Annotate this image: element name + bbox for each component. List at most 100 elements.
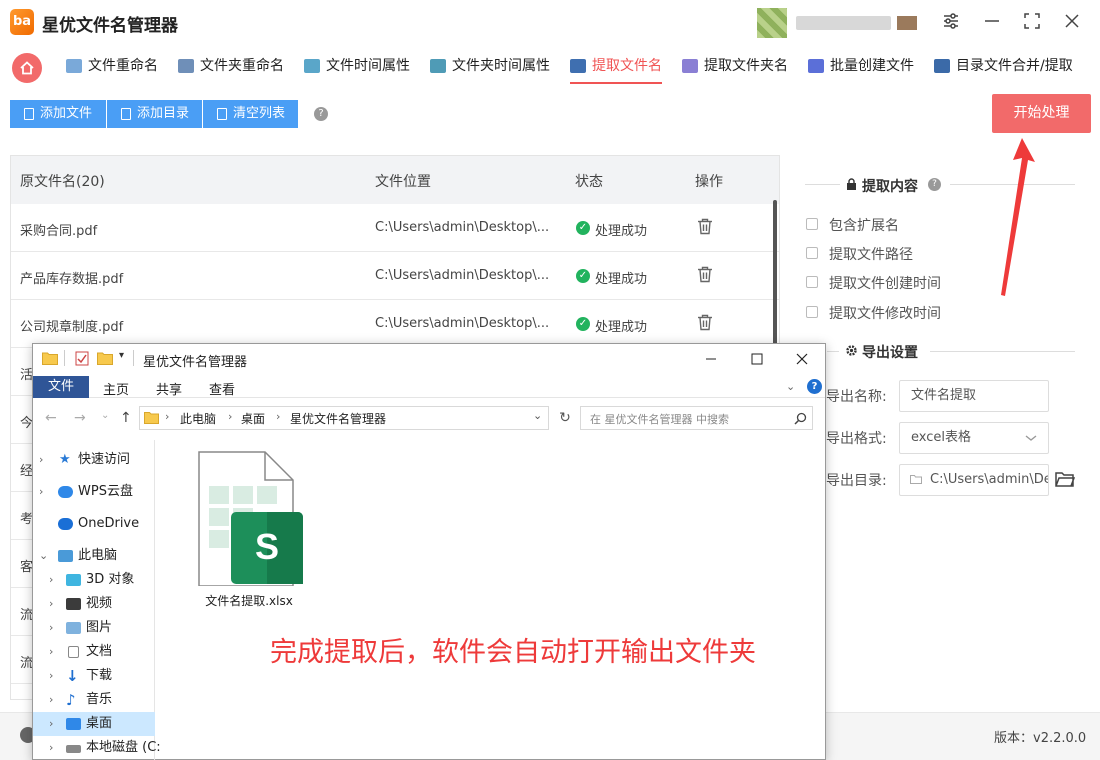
file-item-xlsx[interactable]: S 文件名提取.xlsx <box>193 448 305 608</box>
extract-created-time-checkbox[interactable] <box>806 276 818 288</box>
settings-sliders-icon[interactable] <box>940 12 962 34</box>
expand-arrow-icon[interactable]: › <box>49 664 53 688</box>
chevron-down-icon <box>1025 435 1037 441</box>
home-icon <box>20 61 34 75</box>
option-label: 提取文件修改时间 <box>829 306 941 322</box>
tab-directory-merge[interactable]: 目录文件合并/提取 <box>934 54 1073 84</box>
close-icon[interactable] <box>1061 12 1083 34</box>
breadcrumb-this-pc[interactable]: 此电脑 <box>180 410 216 427</box>
delete-trash-icon[interactable] <box>697 314 713 331</box>
expand-arrow-icon[interactable]: › <box>39 480 43 504</box>
file-name: 采购合同.pdf <box>20 224 98 239</box>
tree-item-video[interactable]: › 视频 <box>33 592 155 616</box>
table-row[interactable]: 公司规章制度.pdf C:\Users\admin\Desktop\... ✓ … <box>11 300 779 348</box>
divider <box>133 350 134 366</box>
file-time-icon <box>304 59 320 73</box>
search-icon[interactable] <box>794 412 807 425</box>
music-icon: ♪ <box>66 691 76 709</box>
expand-arrow-icon[interactable]: › <box>49 688 53 712</box>
new-folder-icon[interactable] <box>97 351 113 365</box>
file-rename-icon <box>66 59 82 73</box>
tree-item-this-pc[interactable]: ⌄ 此电脑 <box>33 544 155 568</box>
tab-folder-rename[interactable]: 文件夹重命名 <box>178 54 284 84</box>
expand-arrow-icon[interactable]: › <box>49 568 53 592</box>
table-row[interactable]: 产品库存数据.pdf C:\Users\admin\Desktop\... ✓ … <box>11 252 779 300</box>
extract-modified-time-checkbox[interactable] <box>806 306 818 318</box>
tree-item-quick-access[interactable]: › ★ 快速访问 <box>33 448 155 472</box>
help-icon[interactable]: ? <box>314 107 328 121</box>
recent-locations-icon[interactable]: ⌄ <box>101 410 109 421</box>
home-button[interactable] <box>12 53 42 83</box>
tab-extract-filename[interactable]: 提取文件名 <box>570 54 662 84</box>
maximize-icon[interactable] <box>750 352 764 366</box>
breadcrumb-folder[interactable]: 星优文件名管理器 <box>290 410 386 427</box>
expand-arrow-icon[interactable]: › <box>49 640 53 664</box>
add-file-label: 添加文件 <box>40 106 93 121</box>
browse-folder-icon[interactable] <box>1055 471 1075 488</box>
expand-arrow-icon[interactable]: › <box>49 712 53 736</box>
pictures-icon <box>66 622 81 634</box>
ribbon-tab-file[interactable]: 文件 <box>33 376 89 398</box>
tree-item-local-disk[interactable]: › 本地磁盘 (C: <box>33 736 161 760</box>
tree-item-wps-cloud[interactable]: › WPS云盘 <box>33 480 155 504</box>
file-name-label: 文件名提取.xlsx <box>205 594 293 608</box>
column-header-location[interactable]: 文件位置 <box>375 171 431 191</box>
tab-file-rename[interactable]: 文件重命名 <box>66 54 158 84</box>
tab-batch-create[interactable]: 批量创建文件 <box>808 54 914 84</box>
ribbon-expand-icon[interactable]: ⌄ <box>786 380 795 393</box>
expand-arrow-icon[interactable]: › <box>49 616 53 640</box>
column-header-filename[interactable]: 原文件名(20) <box>20 171 105 191</box>
expand-arrow-icon[interactable]: › <box>49 736 53 760</box>
tab-label: 文件夹重命名 <box>200 58 284 74</box>
tree-item-documents[interactable]: › 文档 <box>33 640 155 664</box>
minimize-icon[interactable] <box>981 12 1003 34</box>
tab-extract-foldername[interactable]: 提取文件夹名 <box>682 54 788 84</box>
add-file-button[interactable]: 添加文件 <box>10 100 106 128</box>
address-bar[interactable]: › 此电脑 › 桌面 › 星优文件名管理器 ⌄ <box>139 406 549 430</box>
delete-trash-icon[interactable] <box>697 266 713 283</box>
extract-path-checkbox[interactable] <box>806 247 818 259</box>
collapse-arrow-icon[interactable]: ⌄ <box>39 544 48 568</box>
ribbon-tab-home[interactable]: 主页 <box>103 379 129 398</box>
delete-trash-icon[interactable] <box>697 218 713 235</box>
tree-item-music[interactable]: › ♪ 音乐 <box>33 688 155 712</box>
tree-item-3d-objects[interactable]: › 3D 对象 <box>33 568 155 592</box>
expand-arrow-icon[interactable]: › <box>49 592 53 616</box>
folder-icon <box>42 352 58 365</box>
tree-item-desktop[interactable]: › 桌面 <box>33 712 155 736</box>
refresh-icon[interactable]: ↻ <box>554 406 576 430</box>
minimize-icon[interactable] <box>704 352 718 366</box>
status-text: 处理成功 <box>595 224 648 239</box>
properties-icon[interactable] <box>75 351 89 366</box>
star-icon: ★ <box>59 452 71 467</box>
tab-file-time[interactable]: 文件时间属性 <box>304 54 410 84</box>
breadcrumb-desktop[interactable]: 桌面 <box>241 410 265 427</box>
close-icon[interactable] <box>795 352 809 366</box>
quick-access-dropdown-icon[interactable]: ▾ <box>119 350 124 361</box>
search-input[interactable]: 在 星优文件名管理器 中搜索 <box>580 406 813 430</box>
help-icon[interactable]: ? <box>928 178 941 191</box>
help-icon[interactable]: ? <box>807 379 822 394</box>
add-directory-button[interactable]: 添加目录 <box>107 100 202 128</box>
tab-folder-time[interactable]: 文件夹时间属性 <box>430 54 550 84</box>
export-name-input[interactable]: 文件名提取 <box>899 380 1049 412</box>
up-arrow-icon[interactable]: ↑ <box>120 410 132 426</box>
explorer-title: 星优文件名管理器 <box>143 355 248 370</box>
maximize-icon[interactable] <box>1021 12 1043 34</box>
address-history-icon[interactable]: ⌄ <box>533 409 542 422</box>
ribbon-tab-view[interactable]: 查看 <box>209 379 235 398</box>
avatar[interactable] <box>757 8 787 38</box>
include-extension-checkbox[interactable] <box>806 218 818 230</box>
tree-item-onedrive[interactable]: OneDrive <box>33 512 155 536</box>
start-processing-button[interactable]: 开始处理 <box>992 94 1091 133</box>
clear-list-button[interactable]: 清空列表 <box>203 100 298 128</box>
table-row[interactable]: 采购合同.pdf C:\Users\admin\Desktop\... ✓ 处理… <box>11 204 779 252</box>
back-arrow-icon[interactable]: ← <box>45 410 57 426</box>
expand-arrow-icon[interactable]: › <box>39 448 43 472</box>
tree-item-pictures[interactable]: › 图片 <box>33 616 155 640</box>
tree-item-downloads[interactable]: › ↓ 下载 <box>33 664 155 688</box>
forward-arrow-icon[interactable]: → <box>74 410 86 426</box>
navigation-pane: › ★ 快速访问 › WPS云盘 OneDrive ⌄ 此电脑 › 3D 对象 › 视频 ›… <box>33 440 161 760</box>
ribbon-tab-share[interactable]: 共享 <box>156 379 182 398</box>
column-header-status[interactable]: 状态 <box>575 171 603 191</box>
